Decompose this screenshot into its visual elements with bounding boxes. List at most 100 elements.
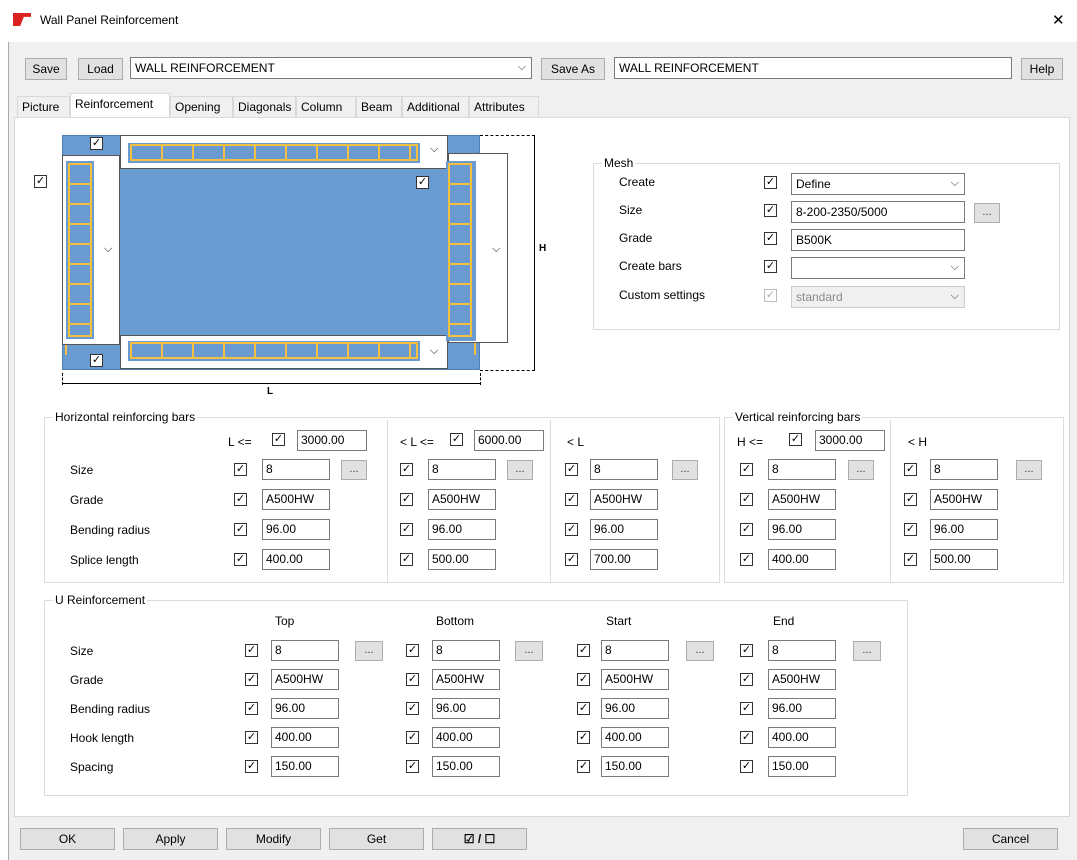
mesh-size-checkbox[interactable]: ✓: [764, 204, 777, 217]
mesh-grade-input[interactable]: B500K: [791, 229, 965, 251]
h-col0-row2-input[interactable]: 96.00: [262, 519, 330, 540]
top-dropdown-icon[interactable]: ⌵: [430, 143, 438, 156]
v-col0-row1-input[interactable]: A500HW: [768, 489, 836, 510]
v-col1-size-browse-button[interactable]: ...: [1016, 460, 1042, 480]
h-col0-row1-input[interactable]: A500HW: [262, 489, 330, 510]
tab-additional[interactable]: Additional: [402, 96, 469, 117]
u-col2-row4-input[interactable]: 150.00: [601, 756, 669, 777]
h-col2-row2-input[interactable]: 96.00: [590, 519, 658, 540]
u-col3-row1-input[interactable]: A500HW: [768, 669, 836, 690]
v-col1-row1-input[interactable]: A500HW: [930, 489, 998, 510]
u-col3-row3-input[interactable]: 400.00: [768, 727, 836, 748]
u-col1-row2-input[interactable]: 96.00: [432, 698, 500, 719]
cancel-button[interactable]: Cancel: [963, 828, 1058, 850]
v-col1-row2-input[interactable]: 96.00: [930, 519, 998, 540]
end-dropdown-icon[interactable]: ⌵: [492, 243, 500, 256]
u-col2-row2-checkbox[interactable]: ✓: [577, 702, 590, 715]
u-col2-row0-input[interactable]: 8: [601, 640, 669, 661]
v-col0-row3-input[interactable]: 400.00: [768, 549, 836, 570]
u-col3-row4-input[interactable]: 150.00: [768, 756, 836, 777]
u-col3-row4-checkbox[interactable]: ✓: [740, 760, 753, 773]
h-col2-row0-input[interactable]: 8: [590, 459, 658, 480]
u-col1-row4-input[interactable]: 150.00: [432, 756, 500, 777]
u-col1-row1-input[interactable]: A500HW: [432, 669, 500, 690]
u-col1-row1-checkbox[interactable]: ✓: [406, 673, 419, 686]
v-col0-row2-checkbox[interactable]: ✓: [740, 523, 753, 536]
mesh-create-dropdown[interactable]: Define ⌵: [791, 173, 965, 195]
v-col0-row0-checkbox[interactable]: ✓: [740, 463, 753, 476]
h-col1-row2-checkbox[interactable]: ✓: [400, 523, 413, 536]
v-col0-size-browse-button[interactable]: ...: [848, 460, 874, 480]
u-col2-row1-input[interactable]: A500HW: [601, 669, 669, 690]
close-icon[interactable]: ✕: [1052, 11, 1065, 29]
u-col2-row2-input[interactable]: 96.00: [601, 698, 669, 719]
bottom-dropdown-icon[interactable]: ⌵: [430, 345, 438, 358]
toggle-all-button[interactable]: ☑ / ☐: [432, 828, 527, 850]
h-cond-1-checkbox[interactable]: ✓: [450, 433, 463, 446]
tab-reinforcement[interactable]: Reinforcement: [70, 93, 170, 117]
u-col0-row3-input[interactable]: 400.00: [271, 727, 339, 748]
v-col1-row2-checkbox[interactable]: ✓: [904, 523, 917, 536]
u-col0-row4-checkbox[interactable]: ✓: [245, 760, 258, 773]
tab-picture[interactable]: Picture: [17, 96, 70, 117]
h-col0-row3-checkbox[interactable]: ✓: [234, 553, 247, 566]
v-col1-row3-input[interactable]: 500.00: [930, 549, 998, 570]
v-col0-row1-checkbox[interactable]: ✓: [740, 493, 753, 506]
u-col0-row0-checkbox[interactable]: ✓: [245, 644, 258, 657]
u-col2-row3-input[interactable]: 400.00: [601, 727, 669, 748]
u-col0-row3-checkbox[interactable]: ✓: [245, 731, 258, 744]
h-col2-row0-checkbox[interactable]: ✓: [565, 463, 578, 476]
u-col1-row0-input[interactable]: 8: [432, 640, 500, 661]
h-col2-row2-checkbox[interactable]: ✓: [565, 523, 578, 536]
end-u-checkbox[interactable]: ✓: [416, 176, 429, 189]
h-cond-0-checkbox[interactable]: ✓: [272, 433, 285, 446]
h-col0-row2-checkbox[interactable]: ✓: [234, 523, 247, 536]
mesh-size-browse-button[interactable]: ...: [974, 203, 1000, 223]
mesh-create-bars-checkbox[interactable]: ✓: [764, 260, 777, 273]
v-cond-0-input[interactable]: 3000.00: [815, 430, 885, 451]
u-col1-size-browse-button[interactable]: ...: [515, 641, 543, 661]
u-col0-row1-input[interactable]: A500HW: [271, 669, 339, 690]
u-col0-size-browse-button[interactable]: ...: [355, 641, 383, 661]
h-col1-row1-checkbox[interactable]: ✓: [400, 493, 413, 506]
preset-dropdown[interactable]: WALL REINFORCEMENT ⌵: [130, 57, 532, 79]
tab-column[interactable]: Column: [296, 96, 356, 117]
u-col1-row0-checkbox[interactable]: ✓: [406, 644, 419, 657]
h-col2-row1-checkbox[interactable]: ✓: [565, 493, 578, 506]
modify-button[interactable]: Modify: [226, 828, 321, 850]
u-col3-row0-input[interactable]: 8: [768, 640, 836, 661]
h-col2-size-browse-button[interactable]: ...: [672, 460, 698, 480]
h-col0-size-browse-button[interactable]: ...: [341, 460, 367, 480]
u-col3-row0-checkbox[interactable]: ✓: [740, 644, 753, 657]
h-col0-row0-checkbox[interactable]: ✓: [234, 463, 247, 476]
v-col1-row1-checkbox[interactable]: ✓: [904, 493, 917, 506]
v-col0-row3-checkbox[interactable]: ✓: [740, 553, 753, 566]
save-button[interactable]: Save: [25, 58, 67, 80]
u-col2-row1-checkbox[interactable]: ✓: [577, 673, 590, 686]
h-col0-row0-input[interactable]: 8: [262, 459, 330, 480]
top-u-checkbox[interactable]: ✓: [90, 137, 103, 150]
tab-diagonals[interactable]: Diagonals: [233, 96, 296, 117]
u-col1-row3-checkbox[interactable]: ✓: [406, 731, 419, 744]
u-col2-row3-checkbox[interactable]: ✓: [577, 731, 590, 744]
v-col0-row2-input[interactable]: 96.00: [768, 519, 836, 540]
u-col3-row1-checkbox[interactable]: ✓: [740, 673, 753, 686]
h-col1-row2-input[interactable]: 96.00: [428, 519, 496, 540]
save-as-button[interactable]: Save As: [541, 58, 605, 80]
mesh-size-input[interactable]: 8-200-2350/5000: [791, 201, 965, 223]
u-col2-row4-checkbox[interactable]: ✓: [577, 760, 590, 773]
u-col3-row2-input[interactable]: 96.00: [768, 698, 836, 719]
start-dropdown-icon[interactable]: ⌵: [104, 243, 112, 256]
mesh-create-checkbox[interactable]: ✓: [764, 176, 777, 189]
h-col1-row3-checkbox[interactable]: ✓: [400, 553, 413, 566]
u-col0-row1-checkbox[interactable]: ✓: [245, 673, 258, 686]
h-col0-row1-checkbox[interactable]: ✓: [234, 493, 247, 506]
h-col1-row0-input[interactable]: 8: [428, 459, 496, 480]
load-button[interactable]: Load: [78, 58, 123, 80]
u-col0-row2-input[interactable]: 96.00: [271, 698, 339, 719]
u-col1-row4-checkbox[interactable]: ✓: [406, 760, 419, 773]
apply-button[interactable]: Apply: [123, 828, 218, 850]
v-col1-row0-checkbox[interactable]: ✓: [904, 463, 917, 476]
h-col1-size-browse-button[interactable]: ...: [507, 460, 533, 480]
ok-button[interactable]: OK: [20, 828, 115, 850]
